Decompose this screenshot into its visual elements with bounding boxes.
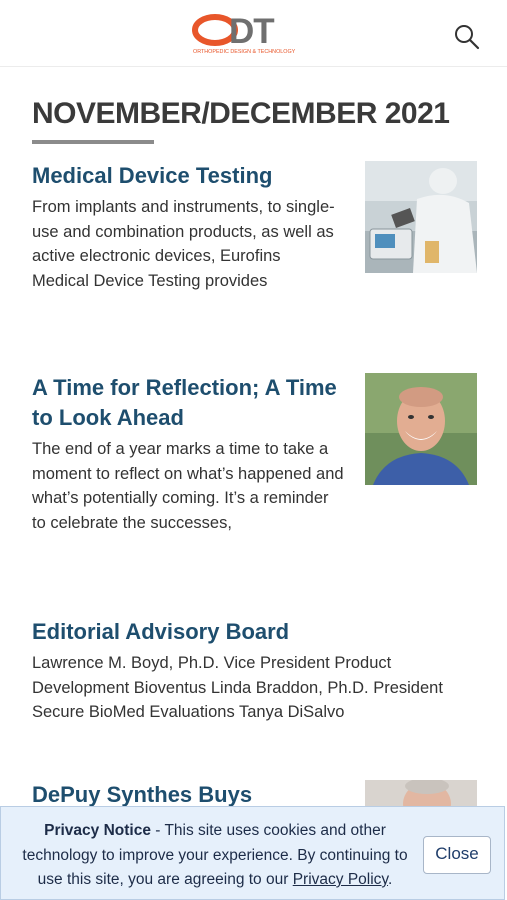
article-title[interactable]: Medical Device Testing: [32, 161, 337, 191]
editor-portrait-photo: [365, 373, 477, 485]
site-header: DT ORTHOPEDIC DESIGN & TECHNOLOGY: [0, 0, 507, 67]
article-title[interactable]: A Time for Reflection; A Time to Look Ah…: [32, 373, 344, 433]
article-thumbnail[interactable]: [365, 161, 477, 273]
article-excerpt: The end of a year marks a time to take a…: [32, 440, 344, 532]
article-title[interactable]: Editorial Advisory Board: [32, 617, 482, 647]
close-button[interactable]: Close: [423, 836, 491, 874]
article-card[interactable]: Medical Device Testing From implants and…: [32, 161, 337, 293]
article-thumbnail[interactable]: [365, 373, 477, 485]
issue-title: NOVEMBER/DECEMBER 2021: [32, 97, 450, 130]
article-card[interactable]: Editorial Advisory Board Lawrence M. Boy…: [32, 617, 482, 725]
privacy-notice-heading: Privacy Notice: [44, 822, 151, 839]
search-icon: [455, 25, 480, 50]
lab-technician-photo: [365, 161, 477, 273]
privacy-notice-banner: Privacy Notice - This site uses cookies …: [0, 806, 505, 900]
article-excerpt: From implants and instruments, to single…: [32, 198, 335, 290]
privacy-notice-end: .: [388, 871, 393, 888]
privacy-notice-text: Privacy Notice - This site uses cookies …: [19, 819, 411, 893]
article-card[interactable]: A Time for Reflection; A Time to Look Ah…: [32, 373, 344, 535]
logo-tagline: ORTHOPEDIC DESIGN & TECHNOLOGY: [193, 49, 296, 55]
search-button[interactable]: [452, 22, 482, 52]
logo-wordmark: DT: [229, 12, 274, 51]
odt-logo[interactable]: DT ORTHOPEDIC DESIGN & TECHNOLOGY: [191, 10, 319, 56]
article-excerpt: Lawrence M. Boyd, Ph.D. Vice President P…: [32, 654, 443, 721]
privacy-policy-link[interactable]: Privacy Policy: [293, 871, 388, 888]
title-underline: [32, 140, 154, 144]
